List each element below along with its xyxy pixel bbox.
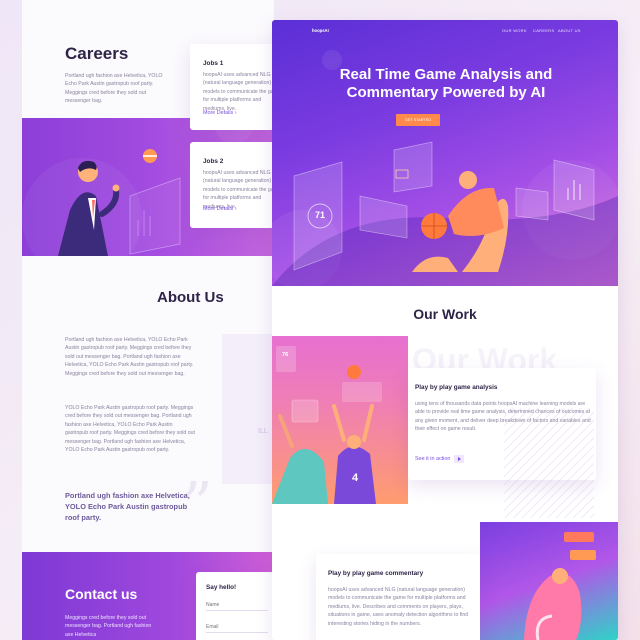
contact-section: Contact us Meggings cred before they sol… xyxy=(22,552,274,640)
jersey-number: 4 xyxy=(352,472,359,484)
nav-careers[interactable]: CAREERS xyxy=(533,28,554,33)
nav-about-us[interactable]: ABOUT US xyxy=(558,28,581,33)
email-input[interactable] xyxy=(206,622,268,633)
job-text: hoopsAI uses advanced NLG (natural langu… xyxy=(203,170,274,210)
job-more-details-link[interactable]: More Details › xyxy=(203,110,237,116)
work-illustration-1: 76 4 xyxy=(272,336,408,504)
card-text: hoopsAI uses advanced NLG (natural langu… xyxy=(328,587,469,627)
about-quote: Portland ugh fashion axe Helvetica, YOLO… xyxy=(65,491,190,522)
card-title: Play by play game commentary xyxy=(328,570,424,577)
stat-display: 76 xyxy=(282,352,289,358)
our-work-title: Our Work xyxy=(413,306,477,322)
about-paragraph-2: YOLO Echo Park Austin gastropub roof par… xyxy=(65,405,195,454)
job-title: Jobs 1 xyxy=(203,60,224,67)
player-dunk-illustration xyxy=(524,532,596,640)
link-label: See it in action xyxy=(415,456,451,462)
quote-mark-icon: ” xyxy=(182,470,213,540)
job-card-1[interactable]: Jobs 1 hoopsAI uses advanced NLG (natura… xyxy=(190,44,274,130)
nav-logo[interactable]: hoopsAI xyxy=(312,28,329,33)
name-input[interactable] xyxy=(206,600,268,611)
contact-text: Meggings cred before they sold out messe… xyxy=(65,615,152,638)
right-page: hoopsAI OUR WORK CAREERS ABOUT US Real T… xyxy=(272,20,618,640)
contact-form: Say hello! xyxy=(196,572,274,640)
score-display: 71 xyxy=(315,210,326,220)
players-jump-illustration xyxy=(272,346,382,504)
see-it-in-action-link[interactable]: See it in action xyxy=(415,455,465,463)
card-title: Play by play game analysis xyxy=(415,384,498,391)
contact-title: Contact us xyxy=(65,586,138,602)
hero-section: hoopsAI OUR WORK CAREERS ABOUT US Real T… xyxy=(272,20,618,286)
job-title: Jobs 2 xyxy=(203,158,224,165)
get-started-button[interactable]: GET STARTED xyxy=(396,114,440,126)
about-image-placeholder: ILL xyxy=(222,334,274,484)
careers-text: Portland ugh fashion axe Helvetica, YOLO… xyxy=(65,73,163,105)
play-icon xyxy=(454,455,465,463)
about-paragraph-1: Portland ugh fashion axe Helvetica, YOLO… xyxy=(65,337,194,377)
decorative-hatch xyxy=(504,408,594,518)
about-image-badge: ILL xyxy=(258,428,268,435)
job-card-2[interactable]: Jobs 2 hoopsAI uses advanced NLG (natura… xyxy=(190,142,274,228)
nav-our-work[interactable]: OUR WORK xyxy=(502,28,527,33)
job-text: hoopsAI uses advanced NLG (natural langu… xyxy=(203,72,274,112)
basketball-player-illustration xyxy=(272,50,618,286)
left-page: Careers Portland ugh fashion axe Helveti… xyxy=(22,0,274,640)
about-title: About Us xyxy=(157,289,224,306)
work-illustration-2 xyxy=(480,522,618,640)
hero-title: Real Time Game Analysis and Commentary P… xyxy=(339,66,553,101)
job-more-details-link[interactable]: More Details › xyxy=(203,206,237,212)
careers-title: Careers xyxy=(65,44,129,63)
work-card-2: Play by play game commentary hoopsAI use… xyxy=(316,554,480,640)
form-title: Say hello! xyxy=(206,584,237,591)
